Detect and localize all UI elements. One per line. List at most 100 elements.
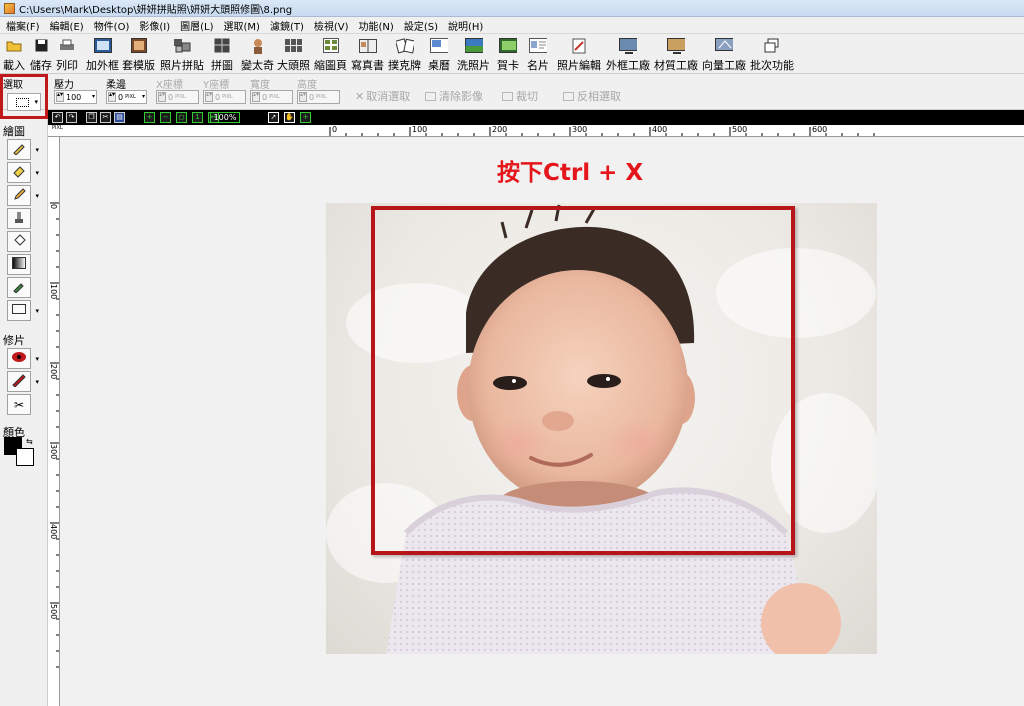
feather-input[interactable]: ▴▾ 0 PIXL ▾	[106, 90, 147, 104]
red-eye-tool[interactable]: ▾	[7, 348, 39, 369]
fit-window-icon[interactable]: ◻	[176, 112, 187, 123]
cut-icon[interactable]: ✂	[100, 112, 111, 123]
spin-arrows-icon: ▴▾	[299, 92, 307, 102]
vector-factory-button[interactable]: 向量工廠	[702, 37, 746, 73]
retouch-brush-tool[interactable]: ▾	[7, 371, 39, 392]
chevron-down-icon: ▾	[35, 307, 39, 315]
menu-filter[interactable]: 濾鏡(T)	[268, 18, 312, 33]
crop-icon	[502, 91, 513, 101]
photo-book-button[interactable]: 寫真書	[351, 37, 384, 73]
poker-cards-button[interactable]: 撲克牌	[388, 37, 421, 73]
menu-file[interactable]: 檔案(F)	[4, 18, 48, 33]
menu-bar: 檔案(F) 編輯(E) 物件(O) 影像(I) 圖層(L) 選取(M) 濾鏡(T…	[0, 17, 1024, 34]
puzzle-button[interactable]: 拼圖	[211, 37, 233, 73]
photo-collage-button[interactable]: 照片拼貼	[160, 37, 204, 73]
vector-factory-icon	[715, 37, 733, 54]
chevron-down-icon: ▾	[91, 93, 95, 100]
width-input[interactable]: ▴▾ 0 PIXL	[250, 90, 293, 104]
save-disk-icon	[32, 37, 50, 54]
montage-icon	[249, 37, 267, 54]
actual-size-icon[interactable]: 1	[192, 112, 203, 123]
paste-icon[interactable]: ▤	[114, 112, 125, 123]
save-button[interactable]: 儲存	[30, 37, 52, 73]
add-layer-icon[interactable]: +	[300, 112, 311, 123]
background-color-swatch[interactable]	[16, 448, 34, 466]
zoom-out-icon[interactable]: −	[160, 112, 171, 123]
swap-colors-icon[interactable]: ⇆	[26, 437, 33, 446]
x-input[interactable]: ▴▾ 0 PIXL	[156, 90, 199, 104]
redo-icon[interactable]: ↷	[66, 112, 77, 123]
texture-factory-button[interactable]: 材質工廠	[654, 37, 698, 73]
y-label: Y座標	[203, 80, 230, 91]
desk-calendar-icon	[430, 37, 448, 54]
menu-layer[interactable]: 圖層(L)	[178, 18, 221, 33]
crop-button[interactable]: 裁切	[502, 88, 538, 104]
menu-edit[interactable]: 編輯(E)	[48, 18, 92, 33]
ruler-left-label: 200	[49, 364, 58, 380]
zoom-level[interactable]: 100%	[210, 112, 240, 123]
clone-scissors-tool[interactable]: ✂	[7, 394, 31, 415]
fill-tool[interactable]	[7, 231, 31, 252]
retouch-brush-icon	[11, 373, 27, 390]
x-label: X座標	[156, 80, 183, 91]
print-button[interactable]: 列印	[56, 37, 78, 73]
draw-section-label: 繪圖	[3, 125, 25, 138]
copy-icon[interactable]: ❐	[86, 112, 97, 123]
ruler-left-label: 100	[49, 284, 58, 300]
ruler-left-label: 0	[49, 204, 58, 210]
batch-button[interactable]: 批次功能	[750, 37, 794, 73]
menu-settings[interactable]: 設定(S)	[402, 18, 446, 33]
ruler-left-label: 400	[49, 524, 58, 540]
gradient-tool[interactable]	[7, 254, 31, 275]
view-toolbar: ↶ ↷ ❐ ✂ ▤ + − ◻ 1 ↔ 100% ➚ ✋ +	[48, 110, 1024, 125]
pressure-input[interactable]: ▴▾ 100 ▾	[54, 90, 97, 104]
red-eye-icon	[11, 351, 27, 366]
puzzle-icon	[213, 37, 231, 54]
open-button[interactable]: 載入	[3, 37, 25, 73]
eyedropper-tool[interactable]	[7, 277, 31, 298]
pencil-icon	[12, 187, 26, 204]
undo-icon[interactable]: ↶	[52, 112, 63, 123]
stamp-tool[interactable]	[7, 208, 31, 229]
pencil-tool[interactable]: ▾	[7, 185, 39, 206]
spin-arrows-icon: ▴▾	[205, 92, 213, 102]
menu-view[interactable]: 檢視(V)	[312, 18, 357, 33]
spin-arrows-icon: ▴▾	[56, 92, 64, 102]
desk-calendar-button[interactable]: 桌曆	[428, 37, 450, 73]
spin-arrows-icon: ▴▾	[108, 92, 116, 102]
print-photo-button[interactable]: 洗照片	[457, 37, 490, 73]
menu-image[interactable]: 影像(I)	[137, 18, 178, 33]
cancel-select-button[interactable]: ✕ 取消選取	[355, 88, 410, 104]
close-icon: ✕	[355, 89, 365, 103]
id-photo-button[interactable]: 大頭照	[277, 37, 310, 73]
pointer-icon[interactable]: ➚	[268, 112, 279, 123]
ruler-top-label: 600	[812, 125, 828, 134]
greeting-card-button[interactable]: 賀卡	[497, 37, 519, 73]
add-frame-button[interactable]: 加外框	[86, 37, 119, 73]
ruler-unit: PIXL	[52, 125, 63, 131]
invert-select-button[interactable]: 反相選取	[563, 88, 621, 104]
brush-tool[interactable]: ▾	[7, 139, 39, 160]
chevron-down-icon: ▾	[35, 378, 39, 386]
y-input[interactable]: ▴▾ 0 PIXL	[203, 90, 246, 104]
thumbnail-page-button[interactable]: 縮圖頁	[314, 37, 347, 73]
template-button[interactable]: 套模版	[122, 37, 155, 73]
frame-factory-button[interactable]: 外框工廠	[606, 37, 650, 73]
menu-object[interactable]: 物件(O)	[92, 18, 138, 33]
montage-button[interactable]: 變太奇	[241, 37, 274, 73]
zoom-in-icon[interactable]: +	[144, 112, 155, 123]
add-frame-icon	[93, 37, 112, 54]
eraser-tool[interactable]: ▾	[7, 162, 39, 183]
hand-pan-icon[interactable]: ✋	[284, 112, 295, 123]
menu-select[interactable]: 選取(M)	[222, 18, 268, 33]
menu-help[interactable]: 說明(H)	[446, 18, 491, 33]
shape-tool[interactable]: ▾	[7, 300, 39, 321]
business-card-button[interactable]: 名片	[527, 37, 549, 73]
chevron-down-icon: ▾	[141, 93, 145, 100]
photo-edit-button[interactable]: 照片編輯	[557, 37, 601, 73]
ruler-top-label: 400	[652, 125, 668, 134]
clear-image-button[interactable]: 清除影像	[425, 88, 483, 104]
height-input[interactable]: ▴▾ 0 PIXL	[297, 90, 340, 104]
app-icon	[4, 2, 15, 14]
menu-function[interactable]: 功能(N)	[357, 18, 402, 33]
